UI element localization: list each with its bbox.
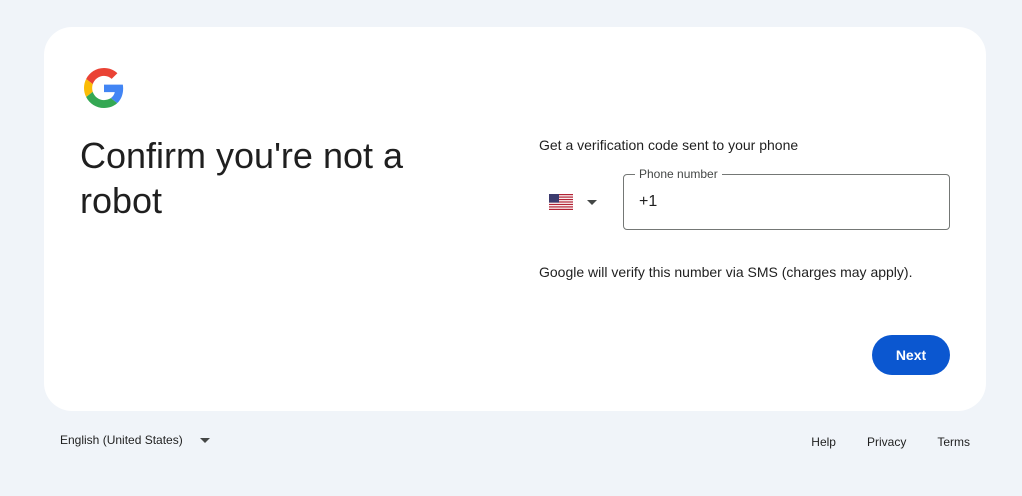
terms-link[interactable]: Terms — [937, 435, 970, 449]
us-flag-icon — [549, 194, 573, 210]
phone-number-input[interactable] — [639, 190, 939, 214]
phone-number-field[interactable]: Phone number — [623, 167, 950, 230]
language-label: English (United States) — [60, 433, 183, 447]
caret-down-icon — [199, 437, 210, 443]
signin-card: Confirm you're not a robot Get a verific… — [44, 27, 986, 411]
phone-number-label: Phone number — [635, 167, 722, 181]
page-title: Confirm you're not a robot — [80, 135, 404, 221]
next-button[interactable]: Next — [872, 335, 950, 375]
language-selector[interactable]: English (United States) — [60, 433, 210, 447]
verification-prompt: Get a verification code sent to your pho… — [539, 137, 799, 153]
sms-helper-text: Google will verify this number via SMS (… — [539, 264, 913, 280]
footer-links: Help Privacy Terms — [780, 435, 970, 449]
google-g-icon — [84, 68, 124, 108]
help-link[interactable]: Help — [811, 435, 836, 449]
country-code-selector[interactable] — [549, 189, 597, 215]
caret-down-icon — [587, 199, 597, 205]
privacy-link[interactable]: Privacy — [867, 435, 906, 449]
